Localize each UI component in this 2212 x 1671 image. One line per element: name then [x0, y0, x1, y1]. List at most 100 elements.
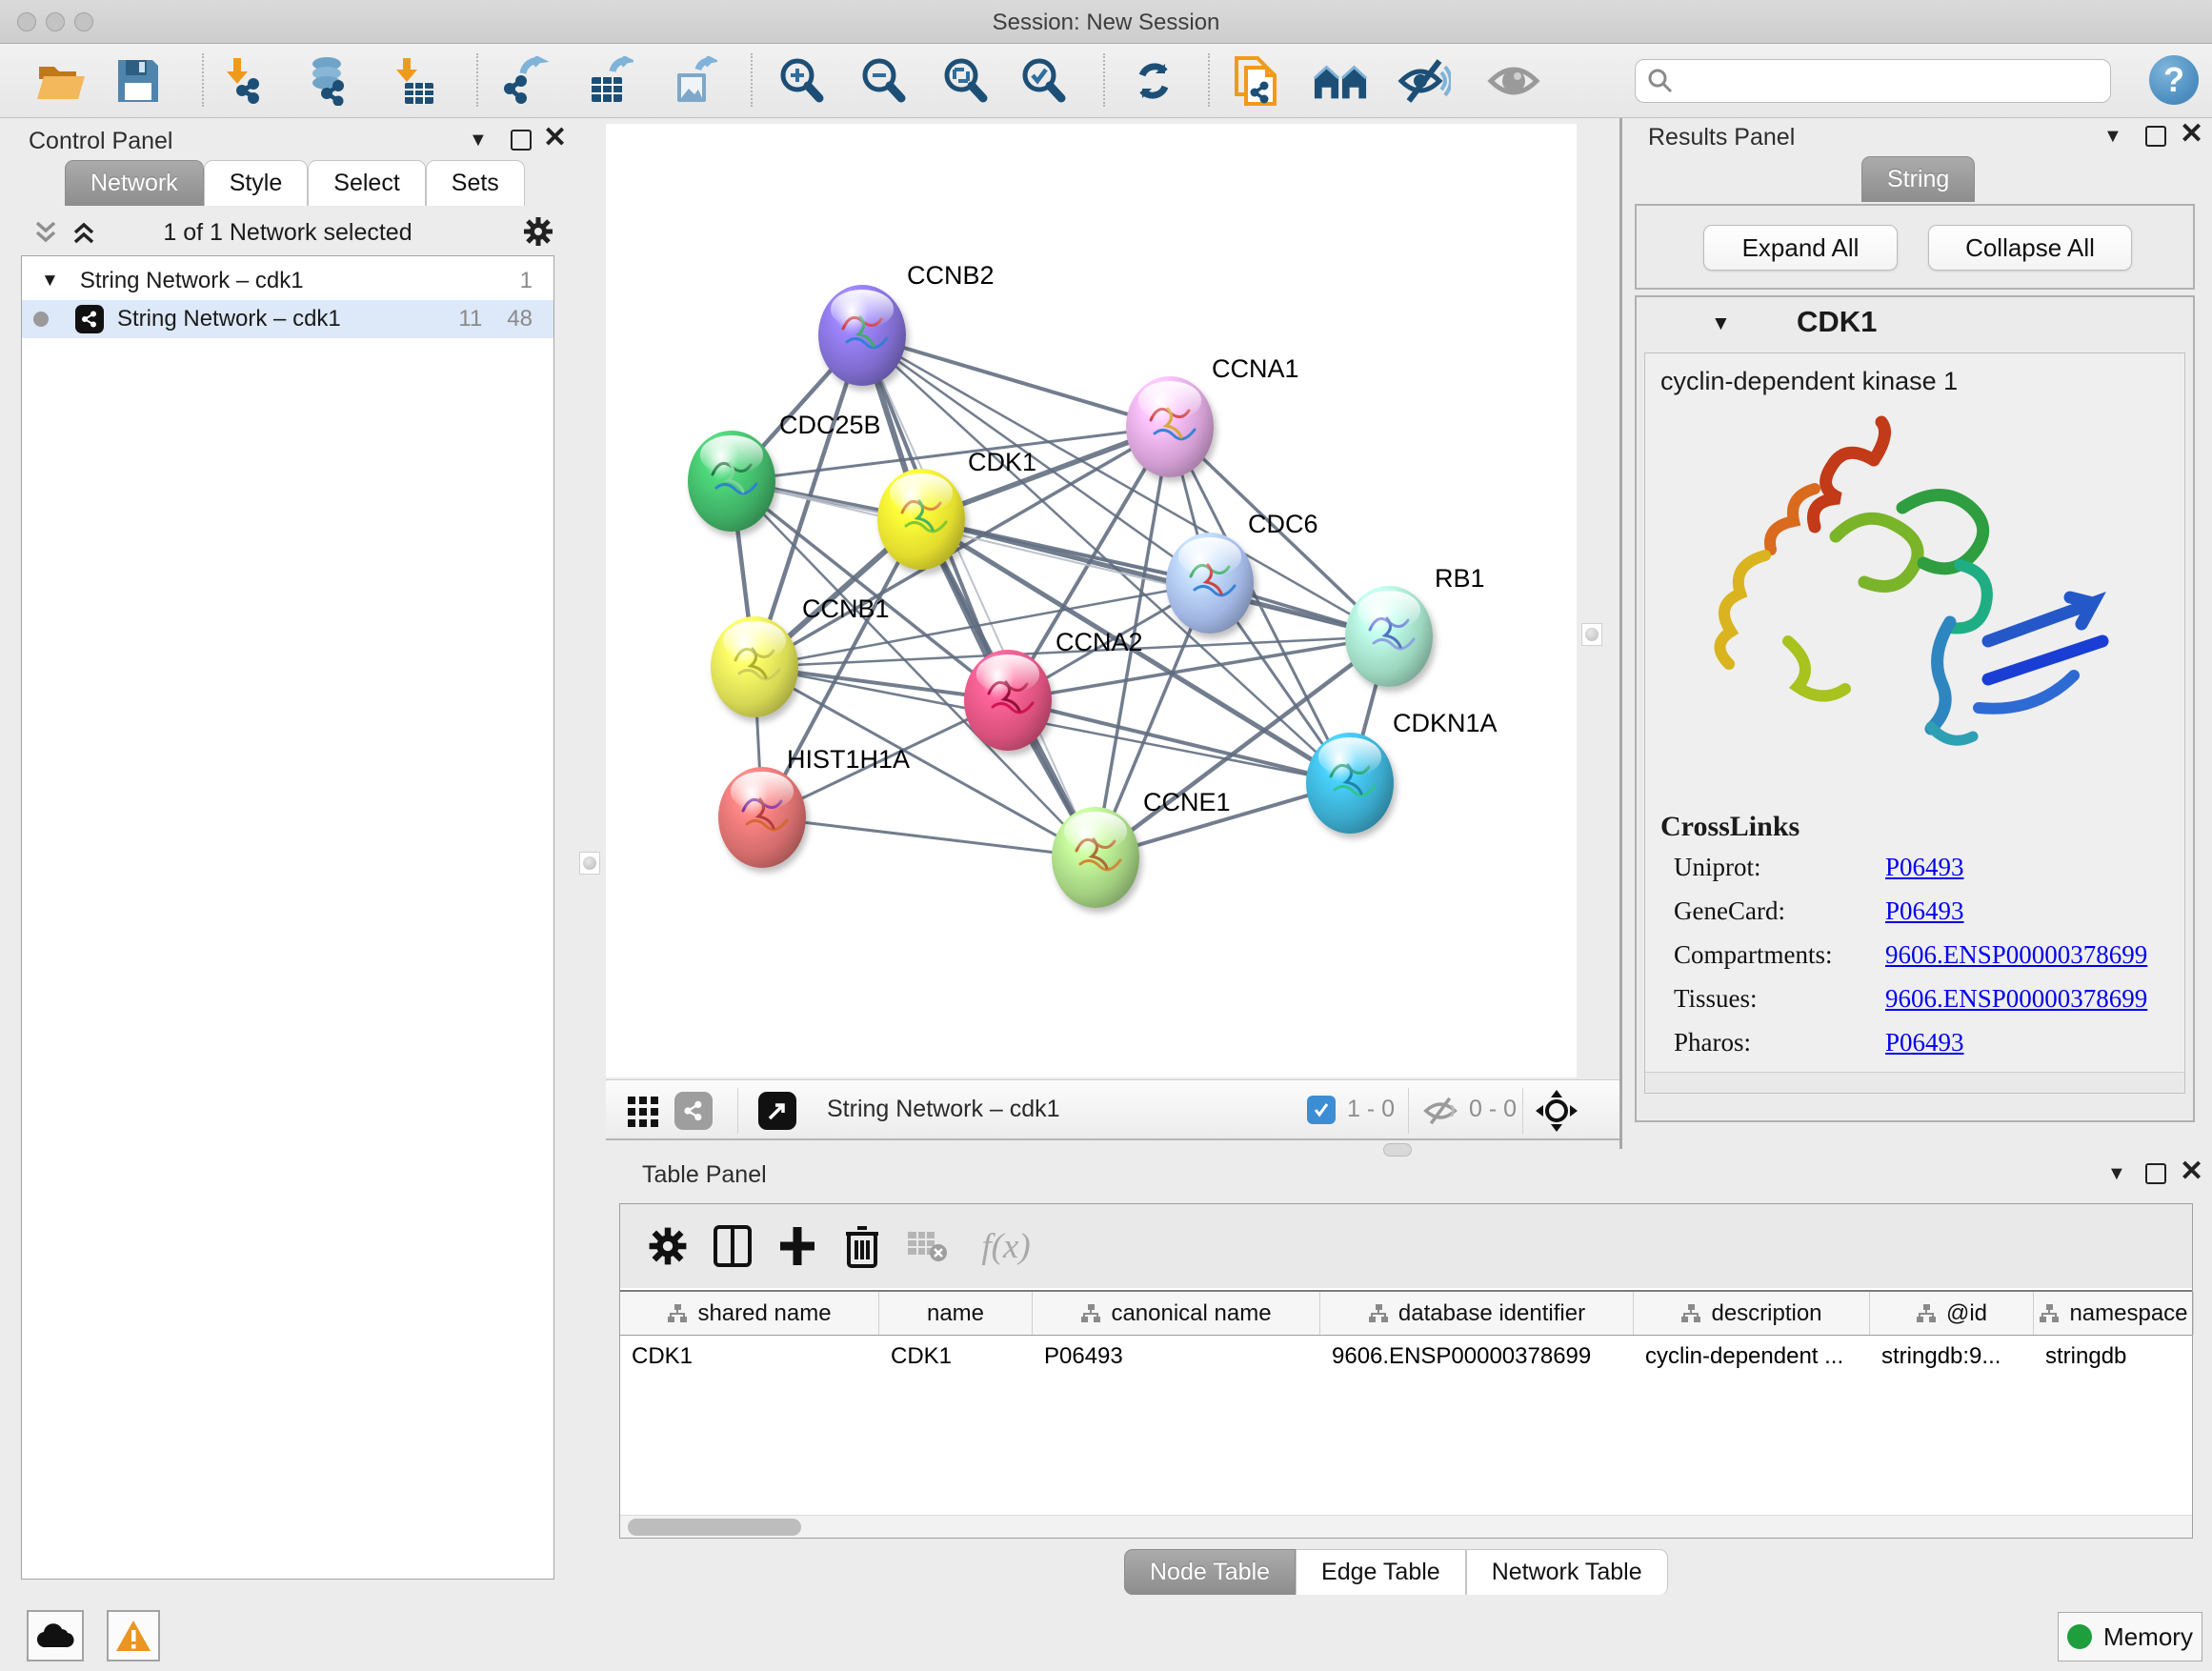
table-panel-close-button[interactable]: ✕	[2180, 1161, 2203, 1182]
tab-string[interactable]: String	[1861, 156, 1975, 202]
expand-all-button[interactable]: Expand All	[1703, 225, 1898, 271]
tab-edge-table[interactable]: Edge Table	[1296, 1549, 1466, 1595]
table-cell[interactable]: stringdb	[2034, 1336, 2194, 1379]
network-edge[interactable]	[1008, 700, 1350, 783]
fit-selected-crosshair-icon[interactable]	[1536, 1090, 1578, 1132]
column-header-name[interactable]: name	[879, 1292, 1033, 1335]
memory-button[interactable]: Memory	[2058, 1612, 2202, 1661]
network-node-CDC25B[interactable]	[688, 431, 775, 532]
crosslink-link[interactable]: P06493	[1885, 1028, 1964, 1057]
network-node-CDK1[interactable]	[877, 469, 965, 570]
table-row[interactable]: CDK1CDK1P064939606.ENSP00000378699cyclin…	[620, 1336, 2192, 1379]
network-row-selected[interactable]: String Network – cdk1 11 48	[22, 300, 553, 338]
delete-table-button[interactable]	[902, 1221, 952, 1271]
network-edge[interactable]	[921, 519, 1389, 636]
results-panel-float-button[interactable]	[2145, 126, 2166, 147]
control-panel-float-button[interactable]	[511, 130, 532, 151]
column-header-database-identifier[interactable]: database identifier	[1320, 1292, 1634, 1335]
export-network-button[interactable]	[497, 53, 553, 109]
help-button[interactable]: ?	[2149, 55, 2199, 105]
network-node-HIST1H1A[interactable]	[718, 767, 806, 868]
tab-style[interactable]: Style	[204, 160, 309, 206]
network-node-CCNB2[interactable]	[818, 285, 906, 386]
results-scrollbar[interactable]	[1645, 1072, 2184, 1093]
network-node-CCNE1[interactable]	[1052, 807, 1139, 908]
show-all-button[interactable]	[1486, 53, 1541, 109]
tab-select[interactable]: Select	[308, 160, 425, 206]
table-panel-float-button[interactable]	[2145, 1163, 2166, 1184]
scrollbar-thumb[interactable]	[628, 1519, 801, 1536]
table-horizontal-scrollbar[interactable]	[620, 1515, 2192, 1538]
network-node-RB1[interactable]	[1345, 586, 1433, 687]
delete-column-button[interactable]	[837, 1221, 887, 1271]
column-header-shared-name[interactable]: shared name	[620, 1292, 879, 1335]
tab-node-table[interactable]: Node Table	[1124, 1549, 1296, 1595]
table-cell[interactable]: stringdb:9...	[1870, 1336, 2034, 1379]
column-header-description[interactable]: description	[1634, 1292, 1870, 1335]
left-splitter-grip[interactable]	[579, 852, 600, 875]
nested-networks-button[interactable]	[1313, 53, 1368, 109]
table-cell[interactable]: CDK1	[879, 1336, 1033, 1379]
network-node-CDKN1A[interactable]	[1306, 733, 1394, 834]
network-canvas[interactable]: CCNB2CCNA1CDC25BCDK1CDC6RB1CCNB1CCNA2CDK…	[606, 124, 1577, 1077]
tab-sets[interactable]: Sets	[426, 160, 525, 206]
network-node-CCNA2[interactable]	[964, 650, 1052, 751]
table-cell[interactable]: P06493	[1033, 1336, 1320, 1379]
export-table-button[interactable]	[581, 53, 636, 109]
network-edge[interactable]	[762, 817, 1096, 857]
horizontal-splitter-grip[interactable]	[1383, 1143, 1412, 1157]
import-network-database-button[interactable]	[303, 53, 358, 109]
table-cell[interactable]: CDK1	[620, 1336, 879, 1379]
cloud-status-button[interactable]	[27, 1610, 84, 1661]
right-splitter-grip[interactable]	[1581, 623, 1602, 646]
warnings-button[interactable]	[107, 1610, 160, 1661]
network-node-CCNB1[interactable]	[711, 616, 798, 717]
crosslink-link[interactable]: P06493	[1885, 853, 1964, 882]
search-input[interactable]	[1674, 68, 2093, 94]
search-field[interactable]	[1635, 59, 2111, 103]
zoom-out-button[interactable]	[855, 53, 911, 109]
function-builder-button[interactable]: f(x)	[963, 1221, 1049, 1271]
selected-checkbox-icon[interactable]	[1307, 1096, 1336, 1124]
control-panel-close-button[interactable]: ✕	[543, 128, 567, 149]
collapse-all-button[interactable]: Collapse All	[1928, 225, 2132, 271]
crosslink-link[interactable]: P06493	[1885, 896, 1964, 926]
crosslink-link[interactable]: 9606.ENSP00000378699	[1885, 984, 2147, 1014]
zoom-selected-button[interactable]	[1016, 53, 1071, 109]
column-header--id[interactable]: @id	[1870, 1292, 2034, 1335]
network-collection-row[interactable]: ▼ String Network – cdk1 1	[22, 262, 553, 300]
results-panel-menu-button[interactable]: ▼	[2103, 126, 2122, 148]
zoom-fit-button[interactable]	[937, 53, 993, 109]
collection-expand-arrow[interactable]: ▼	[41, 271, 59, 292]
results-panel-close-button[interactable]: ✕	[2180, 124, 2203, 145]
save-session-button[interactable]	[111, 53, 166, 109]
network-edge[interactable]	[862, 335, 1096, 857]
open-in-window-icon[interactable]	[758, 1092, 796, 1130]
gear-icon[interactable]	[522, 215, 554, 248]
network-node-CCNA1[interactable]	[1126, 376, 1214, 477]
grid-view-icon[interactable]	[627, 1096, 659, 1128]
table-panel-menu-button[interactable]: ▼	[2107, 1163, 2126, 1185]
tab-network[interactable]: Network	[65, 160, 204, 206]
table-settings-button[interactable]	[643, 1221, 693, 1271]
import-table-file-button[interactable]	[387, 53, 442, 109]
zoom-in-button[interactable]	[774, 53, 829, 109]
hide-selected-button[interactable]	[1397, 53, 1452, 109]
show-columns-button[interactable]	[708, 1221, 757, 1271]
tab-network-table[interactable]: Network Table	[1466, 1549, 1668, 1595]
control-panel-menu-button[interactable]: ▼	[469, 130, 488, 151]
crosslink-link[interactable]: 9606.ENSP00000378699	[1885, 940, 2147, 970]
column-header-namespace[interactable]: namespace	[2034, 1292, 2194, 1335]
network-edge[interactable]	[862, 335, 1170, 427]
clone-network-button[interactable]	[1231, 53, 1286, 109]
apply-layout-button[interactable]	[1126, 53, 1181, 109]
export-image-button[interactable]	[665, 53, 720, 109]
table-cell[interactable]: cyclin-dependent ...	[1634, 1336, 1870, 1379]
add-column-button[interactable]	[773, 1221, 822, 1271]
gene-collapse-arrow[interactable]: ▼	[1711, 312, 1731, 335]
import-network-file-button[interactable]	[221, 53, 276, 109]
network-node-CDC6[interactable]	[1166, 533, 1254, 634]
open-session-button[interactable]	[34, 53, 90, 109]
table-cell[interactable]: 9606.ENSP00000378699	[1320, 1336, 1634, 1379]
column-header-canonical-name[interactable]: canonical name	[1033, 1292, 1320, 1335]
